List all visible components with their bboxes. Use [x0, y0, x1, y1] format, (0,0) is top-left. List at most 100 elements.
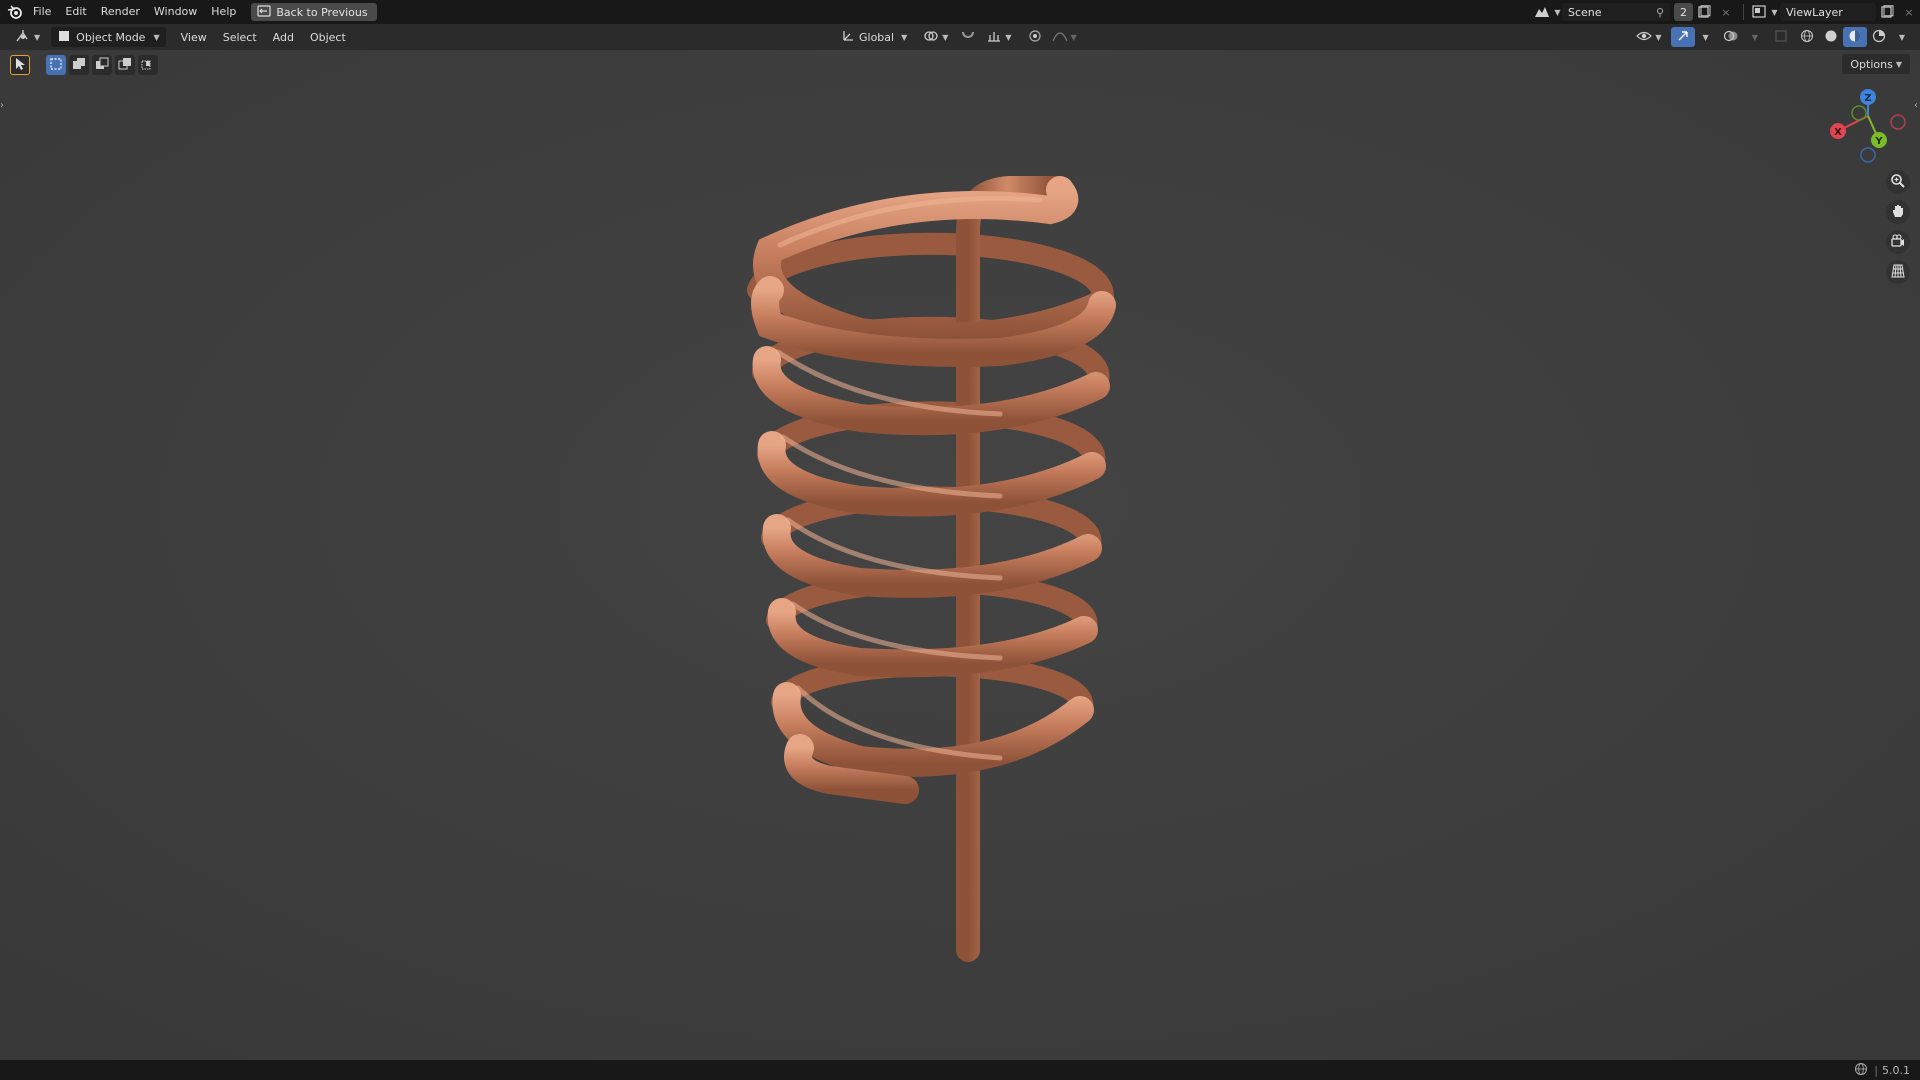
close-scene-icon[interactable]: × — [1715, 3, 1737, 21]
gizmo-toggle[interactable] — [1670, 27, 1695, 47]
gizmo-x-label: X — [1834, 127, 1842, 138]
pivot-point-icon — [923, 29, 939, 46]
back-window-icon — [257, 4, 271, 20]
chevron-down-icon: ▼ — [153, 32, 160, 42]
chevron-down-icon: ▼ — [1655, 32, 1662, 42]
select-new-icon — [49, 57, 63, 74]
proportional-falloff-dropdown[interactable]: ▼ — [1047, 27, 1082, 47]
snap-toggle[interactable] — [955, 27, 981, 47]
chevron-down-icon: ▼ — [1898, 32, 1905, 42]
close-viewlayer-icon[interactable]: × — [1898, 3, 1920, 21]
chevron-down-icon: ▼ — [1895, 59, 1902, 69]
shading-material-button[interactable] — [1842, 27, 1867, 47]
viewlayer-selector-icon[interactable]: ▼ — [1750, 3, 1780, 21]
editor-type-button[interactable]: ▼ — [10, 27, 45, 47]
gizmo-dropdown[interactable]: ▼ — [1695, 27, 1714, 47]
object-mode-dropdown[interactable]: Object Mode ▼ — [51, 27, 166, 47]
zoom-icon — [1890, 173, 1906, 192]
overlays-toggle[interactable] — [1718, 27, 1744, 47]
pin-icon[interactable]: ⚲ — [1656, 6, 1664, 19]
scene-users-count[interactable]: 2 — [1674, 3, 1693, 21]
toolbar-expand-arrow[interactable]: › — [0, 100, 4, 111]
transform-orientation-dropdown[interactable]: Global ▼ — [836, 27, 912, 47]
viewlayer-name-label: ViewLayer — [1786, 5, 1843, 19]
menu-object[interactable]: Object — [305, 27, 351, 47]
globe-icon[interactable] — [1854, 1062, 1868, 1079]
3d-viewport[interactable]: Z X Y › ‹ — [0, 50, 1920, 1060]
back-to-previous-label: Back to Previous — [276, 5, 368, 19]
shading-dropdown[interactable]: ▼ — [1891, 27, 1910, 47]
new-scene-icon[interactable] — [1693, 3, 1715, 21]
chevron-down-icon: ▼ — [942, 32, 949, 42]
shading-rendered-button[interactable] — [1867, 27, 1891, 47]
menu-select[interactable]: Select — [218, 27, 262, 47]
viewport-header: ▼ Object Mode ▼ View Select Add Object G… — [0, 24, 1920, 50]
selection-mode-intersect-button[interactable] — [138, 55, 158, 75]
visibility-dropdown[interactable]: ▼ — [1631, 27, 1666, 47]
gizmo-icon — [1676, 29, 1690, 46]
chevron-down-icon: ▼ — [1005, 32, 1012, 42]
cursor-arrow-icon — [14, 57, 26, 74]
top-bar: File Edit Render Window Help Back to Pre… — [0, 0, 1920, 24]
object-mode-icon — [57, 29, 71, 46]
transform-controls: Global ▼ ▼ ▼ ▼ — [836, 27, 1082, 47]
falloff-curve-icon — [1051, 29, 1068, 46]
shading-wireframe-button[interactable] — [1795, 27, 1819, 47]
eye-icon — [1636, 29, 1653, 46]
status-bar: | 5.0.1 — [0, 1060, 1920, 1080]
scene-name-label: Scene — [1568, 5, 1602, 19]
menu-help[interactable]: Help — [204, 0, 243, 24]
chevron-down-icon: ▼ — [1771, 7, 1778, 17]
pan-button[interactable] — [1886, 200, 1910, 224]
scene-selector-icon[interactable]: ▼ — [1532, 3, 1562, 21]
blender-logo-icon[interactable] — [4, 3, 26, 21]
solid-sphere-icon — [1824, 29, 1838, 46]
new-viewlayer-icon[interactable] — [1876, 3, 1898, 21]
viewport-shading-controls: ▼ ▼ ▼ ▼ — [1631, 27, 1910, 47]
viewlayer-name-field[interactable]: ViewLayer — [1780, 3, 1876, 21]
xray-icon — [1774, 29, 1788, 46]
proportional-editing-toggle[interactable] — [1023, 27, 1047, 47]
pivot-point-dropdown[interactable]: ▼ — [918, 27, 953, 47]
snap-icon — [960, 29, 976, 46]
options-dropdown[interactable]: Options ▼ — [1842, 54, 1910, 74]
sidebar-expand-arrow[interactable]: ‹ — [1914, 100, 1918, 111]
snap-target-dropdown[interactable]: ▼ — [981, 27, 1016, 47]
wireframe-sphere-icon — [1800, 29, 1814, 46]
chevron-down-icon: ▼ — [1554, 7, 1561, 17]
selection-mode-extend-button[interactable] — [69, 55, 89, 75]
options-label: Options — [1850, 57, 1893, 71]
back-to-previous-button[interactable]: Back to Previous — [251, 3, 377, 21]
xray-toggle[interactable] — [1769, 27, 1793, 47]
gizmo-z-label: Z — [1864, 93, 1871, 104]
overlays-dropdown[interactable]: ▼ — [1744, 27, 1763, 47]
select-tool-button[interactable] — [10, 55, 30, 75]
selection-mode-invert-button[interactable] — [115, 55, 135, 75]
select-intersect-icon — [141, 57, 155, 74]
grid-icon — [1890, 263, 1906, 282]
shading-solid-button[interactable] — [1819, 27, 1843, 47]
version-label: 5.0.1 — [1882, 1063, 1910, 1077]
selection-mode-subtract-button[interactable] — [92, 55, 112, 75]
tool-settings-strip — [10, 54, 158, 76]
topbar-right-group: ▼ Scene ⚲ 2 × ▼ ViewLayer × — [1532, 0, 1920, 24]
chevron-down-icon: ▼ — [901, 32, 908, 42]
camera-icon — [1890, 233, 1906, 252]
selection-mode-new-button[interactable] — [46, 55, 66, 75]
menu-file[interactable]: File — [26, 0, 58, 24]
chevron-down-icon: ▼ — [1751, 32, 1758, 42]
scene-name-field[interactable]: Scene ⚲ — [1562, 3, 1670, 21]
menu-edit[interactable]: Edit — [58, 0, 93, 24]
menu-view[interactable]: View — [176, 27, 212, 47]
camera-view-button[interactable] — [1886, 230, 1910, 254]
menu-add[interactable]: Add — [268, 27, 299, 47]
menu-render[interactable]: Render — [94, 0, 147, 24]
menu-window[interactable]: Window — [147, 0, 204, 24]
perspective-toggle-button[interactable] — [1886, 260, 1910, 284]
editor-type-icon — [15, 29, 31, 46]
status-separator: | — [1874, 1063, 1878, 1077]
overlays-icon — [1723, 29, 1739, 46]
transform-orientation-label: Global — [859, 30, 895, 44]
separator — [1743, 4, 1744, 20]
zoom-button[interactable] — [1886, 170, 1910, 194]
